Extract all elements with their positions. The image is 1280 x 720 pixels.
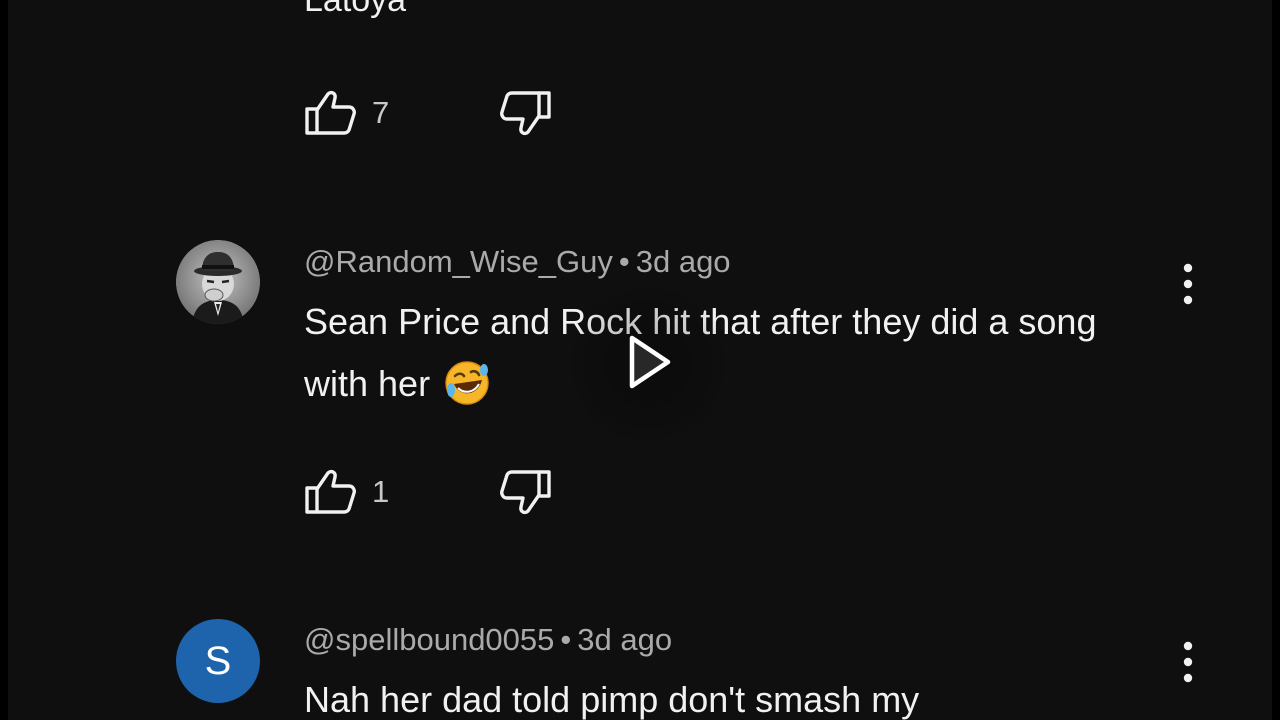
comment-body: Nah her dad told pimp don't smash my <box>304 669 1154 720</box>
like-count: 1 <box>372 474 390 509</box>
comment-actions: 1 <box>304 467 604 517</box>
like-button[interactable] <box>304 88 360 138</box>
more-vert-icon <box>1183 263 1193 305</box>
thumbs-up-icon <box>305 469 356 514</box>
comment-meta: @spellbound0055 • 3d ago <box>304 622 672 658</box>
comment-text: Nah her dad told pimp don't smash my <box>304 679 920 720</box>
thumbs-down-icon <box>500 470 551 515</box>
play-button[interactable] <box>568 284 728 444</box>
like-button[interactable] <box>304 467 360 517</box>
avatar[interactable] <box>176 240 260 324</box>
comment-text: Latoya <box>304 0 407 19</box>
comment-body: Sean Price and Rock hit that after they … <box>304 291 1154 415</box>
comment-author[interactable]: @Random_Wise_Guy <box>304 244 613 279</box>
dislike-button[interactable] <box>500 88 556 138</box>
meta-separator: • <box>618 244 630 279</box>
more-options-button[interactable] <box>1172 638 1204 686</box>
avatar[interactable]: S <box>176 619 260 703</box>
comments-panel: Latoya 7 @Random_Wise_Guy • 3d ago Sean … <box>8 0 1272 720</box>
thumbs-down-icon <box>500 91 551 136</box>
comment-actions: 7 <box>304 88 604 138</box>
rolling-on-floor-laughing-emoji <box>445 361 489 405</box>
meta-separator: • <box>560 622 572 657</box>
comment-author[interactable]: @spellbound0055 <box>304 622 554 657</box>
dislike-button[interactable] <box>500 467 556 517</box>
like-count: 7 <box>372 95 390 130</box>
comment-time[interactable]: 3d ago <box>636 244 731 279</box>
comment-meta: @Random_Wise_Guy • 3d ago <box>304 244 731 280</box>
thumbs-up-icon <box>305 90 356 135</box>
more-options-button[interactable] <box>1172 260 1204 308</box>
play-icon <box>629 335 671 389</box>
fedora-man-avatar-icon <box>176 240 260 324</box>
more-vert-icon <box>1183 641 1193 683</box>
avatar-letter: S <box>204 638 232 683</box>
comment-time[interactable]: 3d ago <box>577 622 672 657</box>
